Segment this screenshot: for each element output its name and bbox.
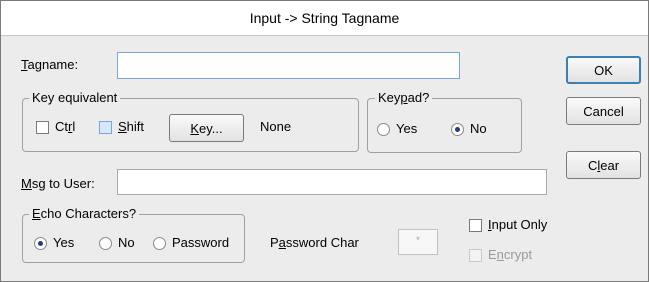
shift-label: Shift	[118, 119, 145, 134]
keypad-yes-label: Yes	[396, 121, 418, 136]
key-equivalent-value: None	[260, 119, 292, 134]
keypad-no-radio[interactable]	[451, 123, 464, 136]
shift-checkbox[interactable]	[99, 121, 112, 134]
keypad-group: Keypad?	[367, 90, 522, 153]
echo-yes-radio[interactable]	[34, 237, 47, 250]
title-bar: Input -> String Tagname	[1, 1, 648, 36]
msg-to-user-input[interactable]	[117, 169, 547, 195]
echo-password-label: Password	[172, 235, 230, 250]
clear-button[interactable]: Cl ear	[566, 151, 641, 179]
window-title: Input -> String Tagname	[249, 10, 400, 26]
ctrl-checkbox[interactable]	[36, 121, 49, 134]
encrypt-checkbox[interactable]	[469, 249, 482, 262]
keypad-yes-radio[interactable]	[377, 123, 390, 136]
echo-no-radio[interactable]	[99, 237, 112, 250]
key-equivalent-legend: Key equivalent	[29, 90, 121, 105]
dialog-window: Input -> String Tagname Tagname: Key equ…	[0, 0, 649, 282]
keypad-legend: Keypad?	[375, 90, 433, 105]
encrypt-label: Encrypt	[488, 247, 533, 262]
keypad-no-label: No	[470, 121, 487, 136]
tagname-input[interactable]	[117, 52, 460, 79]
key-button[interactable]: Key...	[169, 114, 244, 142]
tagname-label: Tagname:	[21, 57, 79, 72]
ctrl-label: Ctrl	[55, 119, 76, 134]
ok-button[interactable]: OK	[566, 56, 641, 84]
password-char-label: Password Char	[270, 235, 359, 250]
msg-to-user-label: Msg to User:	[21, 176, 95, 191]
echo-characters-legend: Echo Characters?	[29, 206, 140, 221]
echo-yes-label: Yes	[53, 235, 75, 250]
input-only-checkbox[interactable]	[469, 219, 482, 232]
cancel-button[interactable]: Cancel	[566, 97, 641, 125]
password-char-input[interactable]: *	[398, 229, 438, 255]
input-only-label: Input Only	[488, 217, 548, 232]
echo-password-radio[interactable]	[153, 237, 166, 250]
echo-no-label: No	[118, 235, 135, 250]
